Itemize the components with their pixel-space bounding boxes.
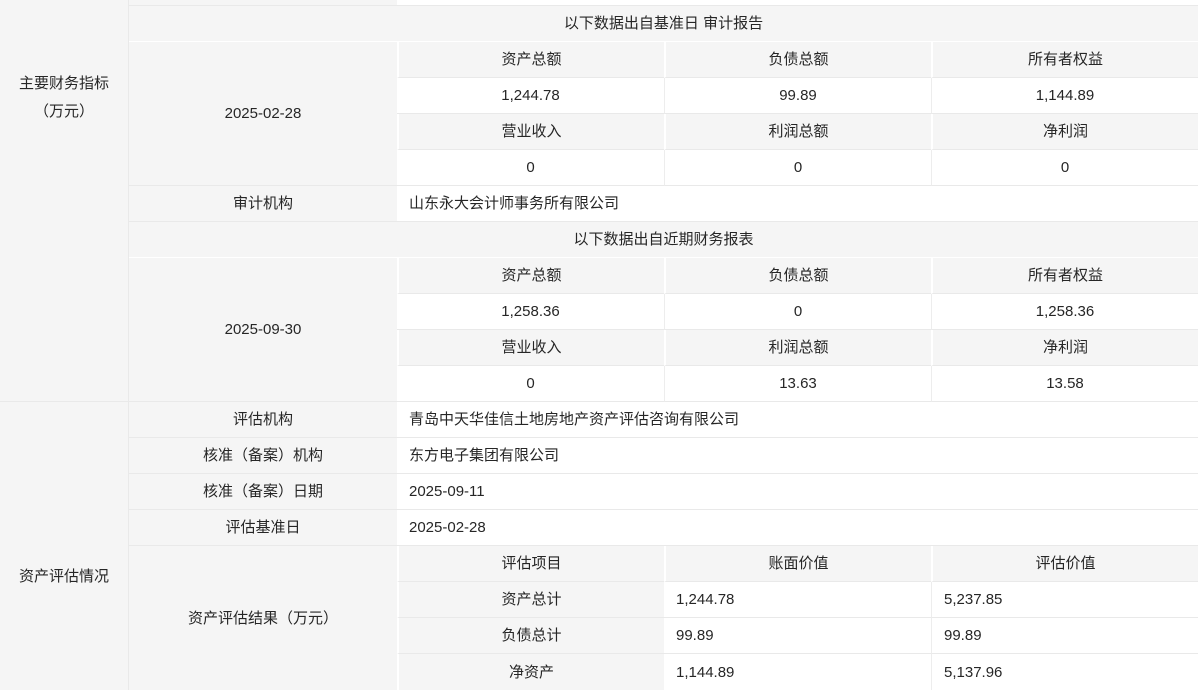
baseline-date-cell: 2025-02-28 <box>129 42 397 186</box>
result-row-book-value-total-assets: 1,244.78 <box>664 582 931 618</box>
result-row-item-total-liabilities: 负债总计 <box>397 618 664 654</box>
header-total-liabilities: 负债总额 <box>664 42 931 78</box>
recent-total-profit-value: 13.63 <box>664 366 931 402</box>
header-total-assets: 资产总额 <box>397 42 664 78</box>
audit-agency-value: 山东永大会计师事务所有限公司 <box>397 186 1198 222</box>
approval-date-label: 核准（备案）日期 <box>129 474 397 510</box>
approval-date-value: 2025-09-11 <box>397 474 1198 510</box>
result-row-item-net-assets: 净资产 <box>397 654 664 690</box>
valuation-base-date-label: 评估基准日 <box>129 510 397 546</box>
header-total-profit: 利润总额 <box>664 114 931 150</box>
approval-agency-label: 核准（备案）机构 <box>129 438 397 474</box>
result-row-book-value-net-assets: 1,144.89 <box>664 654 931 690</box>
valuation-agency-value: 青岛中天华佳信土地房地产资产评估咨询有限公司 <box>397 402 1198 438</box>
recent-operating-revenue-value: 0 <box>397 366 664 402</box>
baseline-total-assets-value: 1,244.78 <box>397 78 664 114</box>
valuation-base-date-value: 2025-02-28 <box>397 510 1198 546</box>
result-row-book-value-total-liabilities: 99.89 <box>664 618 931 654</box>
valuation-result-label: 资产评估结果（万元） <box>129 546 397 690</box>
recent-date-cell: 2025-09-30 <box>129 258 397 402</box>
recent-total-assets-value: 1,258.36 <box>397 294 664 330</box>
header-valuation-item: 评估项目 <box>397 546 664 582</box>
banner-baseline-audit-report: 以下数据出自基准日 审计报告 <box>129 6 1198 42</box>
section-label-valuation-text: 资产评估情况 <box>19 563 109 591</box>
section-label-asset-valuation: 资产评估情况 <box>0 402 129 690</box>
section-label-line1: 主要财务指标 <box>19 70 109 98</box>
result-row-item-total-assets: 资产总计 <box>397 582 664 618</box>
result-row-assessed-value-total-assets: 5,237.85 <box>931 582 1198 618</box>
header-assessed-value: 评估价值 <box>931 546 1198 582</box>
financial-disclosure-table: 主要财务指标 （万元） 资产评估情况 以下数据出自基准日 审计报告 2025-0… <box>0 0 1198 690</box>
recent-net-profit-value: 13.58 <box>931 366 1198 402</box>
recent-total-liabilities-value: 0 <box>664 294 931 330</box>
result-row-assessed-value-net-assets: 5,137.96 <box>931 654 1198 690</box>
section-label-line2: （万元） <box>34 98 94 126</box>
baseline-net-profit-value: 0 <box>931 150 1198 186</box>
header-operating-revenue: 营业收入 <box>397 114 664 150</box>
header-net-profit: 净利润 <box>931 330 1198 366</box>
section-label-financial-indicators: 主要财务指标 （万元） <box>0 0 129 402</box>
recent-owners-equity-value: 1,258.36 <box>931 294 1198 330</box>
baseline-total-profit-value: 0 <box>664 150 931 186</box>
header-total-assets: 资产总额 <box>397 258 664 294</box>
header-total-profit: 利润总额 <box>664 330 931 366</box>
header-book-value: 账面价值 <box>664 546 931 582</box>
baseline-total-liabilities-value: 99.89 <box>664 78 931 114</box>
header-operating-revenue: 营业收入 <box>397 330 664 366</box>
baseline-operating-revenue-value: 0 <box>397 150 664 186</box>
baseline-owners-equity-value: 1,144.89 <box>931 78 1198 114</box>
header-owners-equity: 所有者权益 <box>931 42 1198 78</box>
banner-recent-financial-statements: 以下数据出自近期财务报表 <box>129 222 1198 258</box>
header-owners-equity: 所有者权益 <box>931 258 1198 294</box>
audit-agency-label: 审计机构 <box>129 186 397 222</box>
result-row-assessed-value-total-liabilities: 99.89 <box>931 618 1198 654</box>
valuation-agency-label: 评估机构 <box>129 402 397 438</box>
header-total-liabilities: 负债总额 <box>664 258 931 294</box>
approval-agency-value: 东方电子集团有限公司 <box>397 438 1198 474</box>
header-net-profit: 净利润 <box>931 114 1198 150</box>
